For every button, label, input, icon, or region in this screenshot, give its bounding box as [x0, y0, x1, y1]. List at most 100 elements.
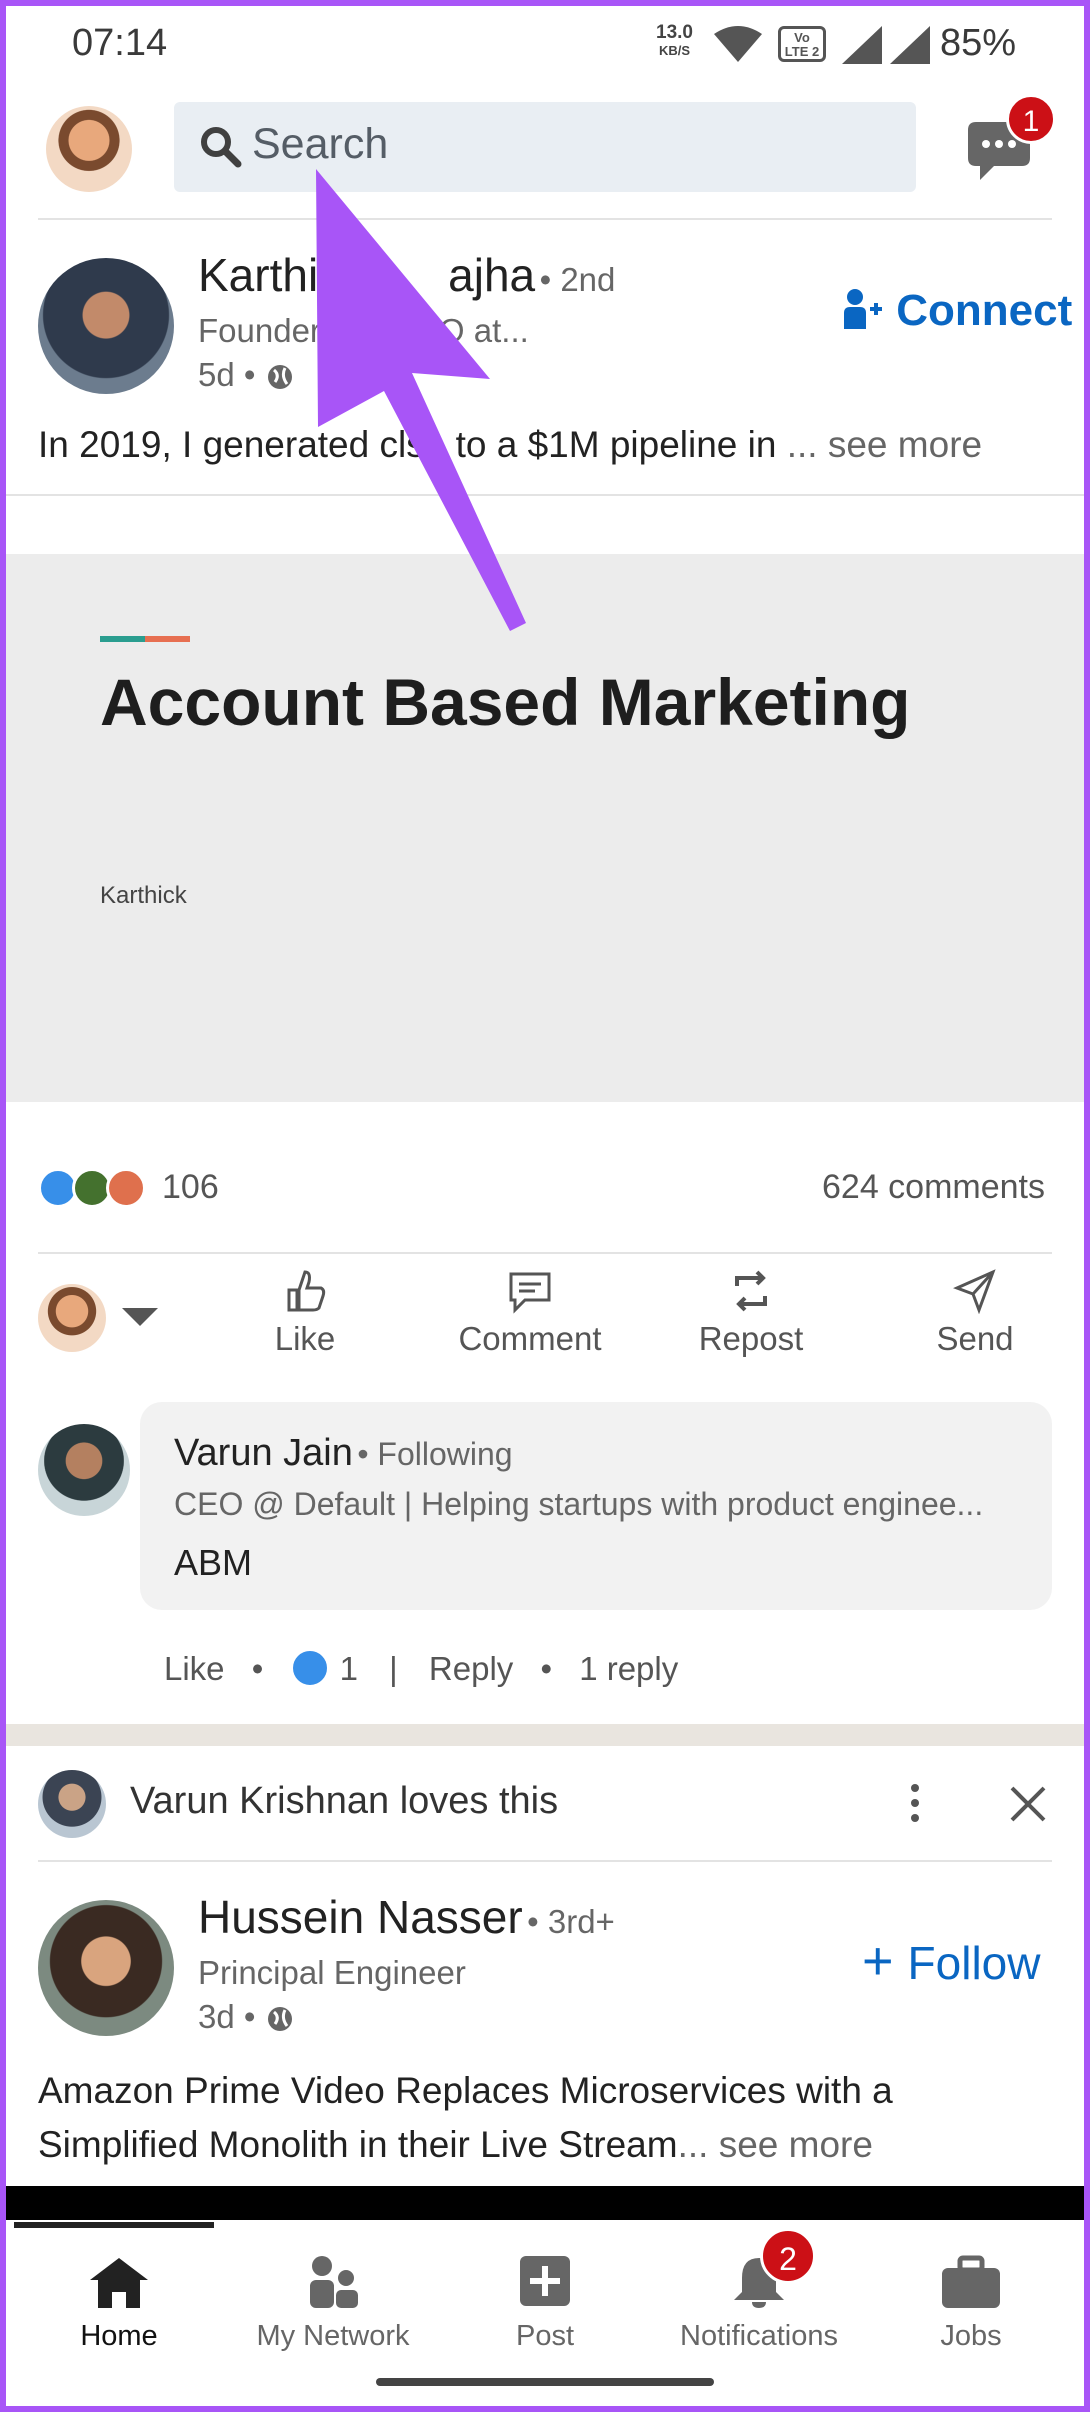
commenter-avatar[interactable]: [38, 1424, 130, 1516]
follow-button[interactable]: + Follow: [862, 1930, 1040, 1992]
network-speed: 13.0 KB/S: [656, 22, 693, 60]
see-more-link[interactable]: see more: [719, 2124, 873, 2165]
post-text-line1: Amazon Prime Video Replaces Microservice…: [38, 2070, 893, 2111]
close-icon[interactable]: [1008, 1784, 1048, 1824]
signal-1-icon: [842, 26, 882, 64]
separator-dot: •: [251, 1650, 264, 1687]
nav-home-label: Home: [80, 2320, 158, 2352]
comment-reply-button[interactable]: Reply: [429, 1650, 513, 1687]
globe-icon: [267, 365, 292, 389]
post-age: 5d •: [198, 356, 295, 394]
connect-button[interactable]: Connect: [842, 286, 1072, 336]
repost-icon: [735, 1270, 767, 1312]
nav-jobs[interactable]: Jobs: [866, 2254, 1076, 2353]
header-divider: [38, 218, 1052, 220]
volte-icon: Vo LTE 2: [778, 26, 826, 62]
post-author-avatar[interactable]: [38, 258, 174, 394]
nav-notifications-label: Notifications: [680, 2320, 838, 2352]
globe-icon: [267, 2007, 292, 2031]
follow-label: Follow: [907, 1937, 1041, 1989]
notifications-badge: 2: [760, 2228, 816, 2284]
post-age: 3d •: [198, 1998, 295, 2036]
post-author-headline: Principal Engineer: [198, 1954, 466, 1991]
document-accent-bar: [100, 636, 190, 642]
nav-my-network[interactable]: My Network: [228, 2254, 438, 2353]
send-label: Send: [936, 1320, 1014, 1357]
search-icon: [201, 127, 242, 168]
network-icon: [310, 2256, 358, 2308]
love-reaction-icon: [106, 1168, 146, 1208]
post-text-line2: Simplified Monolith in their Live Stream: [38, 2124, 678, 2165]
nav-notifications[interactable]: Notifications: [654, 2254, 864, 2353]
plus-icon: +: [862, 1931, 894, 1991]
reactions-count: 106: [162, 1168, 219, 1206]
repost-button[interactable]: Repost: [676, 1268, 826, 1358]
actor-avatar[interactable]: [38, 1284, 106, 1352]
active-tab-indicator: [14, 2222, 214, 2228]
post-text-ellipsis: ...: [786, 424, 818, 465]
post-text[interactable]: Amazon Prime Video Replaces Microservice…: [38, 2070, 1058, 2166]
nav-post-label: Post: [515, 2320, 575, 2352]
post-age-text: 5d •: [198, 356, 256, 393]
commenter-relation: • Following: [357, 1436, 513, 1472]
like-icon: [287, 1270, 326, 1312]
send-icon: [953, 1269, 996, 1314]
connection-degree: • 2nd: [539, 261, 616, 298]
social-divider: [38, 1860, 1052, 1862]
feed-separator: [6, 1724, 1084, 1746]
like-reaction-icon: [290, 1648, 331, 1688]
add-person-icon: [844, 289, 882, 329]
comment-actions: Like • 1 | Reply • 1 reply: [164, 1648, 678, 1688]
nav-my-network-label: My Network: [256, 2320, 410, 2352]
comments-count[interactable]: 624 comments: [822, 1168, 1045, 1207]
like-button[interactable]: Like: [230, 1268, 380, 1358]
comment-label: Comment: [458, 1320, 602, 1357]
commenter-headline: CEO @ Default | Helping startups with pr…: [174, 1486, 984, 1522]
network-speed-value: 13.0: [656, 22, 693, 43]
comment-replies-link[interactable]: 1 reply: [579, 1650, 678, 1687]
video-preview[interactable]: [6, 2186, 1084, 2220]
post-author-avatar[interactable]: [38, 1900, 174, 2036]
more-options-icon[interactable]: [898, 1780, 932, 1826]
separator-bar: |: [389, 1650, 398, 1687]
nav-post[interactable]: Post: [440, 2254, 650, 2353]
repost-label: Repost: [698, 1320, 804, 1357]
social-actor-name[interactable]: Varun Krishnan: [130, 1780, 389, 1822]
commenter-name[interactable]: Varun Jain: [174, 1432, 353, 1474]
signal-2-icon: [890, 26, 930, 64]
wifi-icon: [714, 26, 762, 62]
add-post-icon: [520, 2256, 570, 2306]
gesture-bar: [376, 2378, 714, 2386]
post-author-line: Hussein Nasser • 3rd+: [198, 1890, 615, 1944]
post-author-name[interactable]: Hussein Nasser: [198, 1891, 523, 1943]
nav-home[interactable]: Home: [14, 2254, 224, 2353]
social-actor-avatar[interactable]: [38, 1770, 106, 1838]
document-title: Account Based Marketing: [100, 665, 911, 739]
social-action: loves this: [399, 1780, 559, 1822]
search-placeholder: Search: [252, 120, 389, 168]
connect-label: Connect: [896, 286, 1073, 335]
comment-icon: [509, 1272, 551, 1314]
comment-like-count: 1: [339, 1650, 358, 1687]
network-speed-unit: KB/S: [658, 43, 691, 58]
my-profile-avatar[interactable]: [46, 106, 132, 192]
separator-dot: •: [540, 1650, 553, 1687]
see-more-link[interactable]: see more: [828, 424, 982, 465]
comment-button[interactable]: Comment: [440, 1268, 620, 1358]
briefcase-icon: [942, 2255, 1000, 2308]
actions-divider: [38, 1252, 1052, 1254]
post-divider: [6, 494, 1084, 496]
home-icon: [90, 2258, 148, 2308]
chevron-down-icon[interactable]: [120, 1306, 160, 1328]
status-bar: 07:14 13.0 KB/S Vo LTE 2 85%: [0, 0, 1090, 92]
comment-like-button[interactable]: Like: [164, 1650, 225, 1687]
connection-degree: • 3rd+: [527, 1903, 615, 1940]
annotation-arrow-icon: [316, 169, 526, 631]
commenter-line: Varun Jain • Following: [174, 1432, 513, 1475]
status-time: 07:14: [72, 22, 168, 64]
battery-level: 85%: [940, 22, 1017, 64]
messages-badge: 1: [1006, 94, 1056, 144]
nav-jobs-label: Jobs: [940, 2320, 1002, 2352]
send-button[interactable]: Send: [900, 1268, 1050, 1358]
document-author: Karthick: [100, 882, 187, 909]
